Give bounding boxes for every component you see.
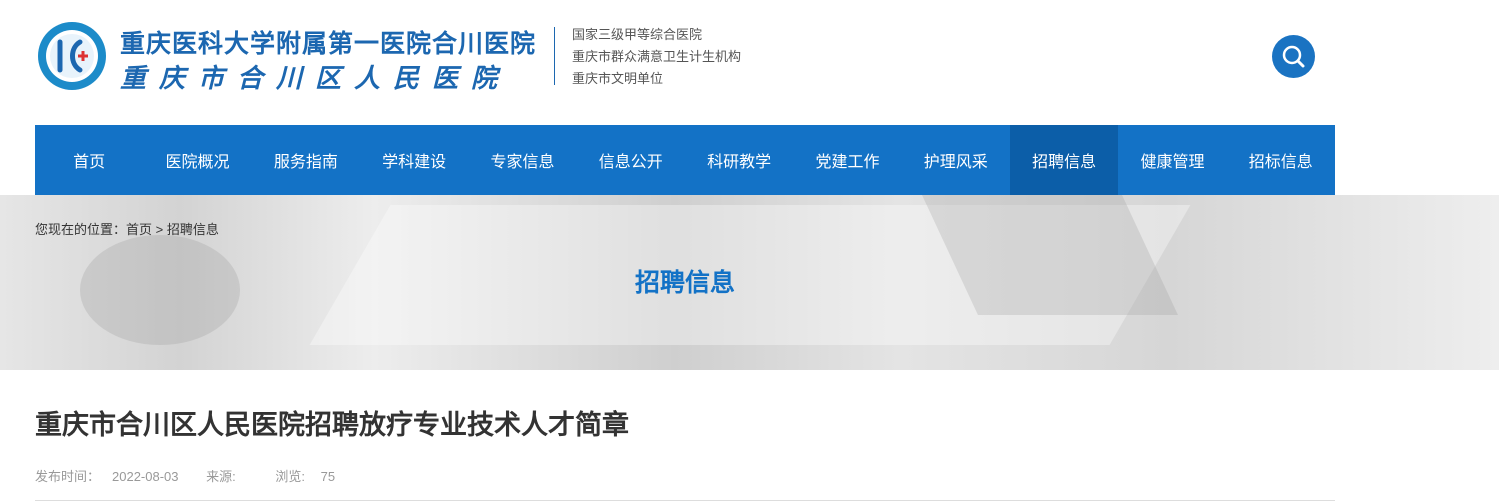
divider [35, 500, 1335, 501]
source-label: 来源: [206, 469, 236, 484]
header-divider [554, 27, 555, 85]
hospital-name-secondary: 重庆市合川区人民医院 [120, 64, 511, 94]
nav-item-health[interactable]: 健康管理 [1118, 125, 1226, 195]
search-button[interactable] [1272, 35, 1315, 78]
views-label: 浏览: [275, 469, 306, 484]
nav-item-research[interactable]: 科研教学 [685, 125, 793, 195]
page-banner: 您现在的位置：首页 > 招聘信息 招聘信息 [0, 195, 1499, 370]
nav-item-overview[interactable]: 医院概况 [143, 125, 251, 195]
hospital-name-primary: 重庆医科大学附属第一医院合川医院 [120, 29, 537, 58]
breadcrumb-prefix: 您现在的位置： [35, 222, 127, 237]
banner-title: 招聘信息 [634, 269, 735, 297]
hospital-honors: 国家三级甲等综合医院 重庆市群众满意卫生计生机构 重庆市文明单位 [572, 24, 741, 90]
main-nav: 首页 医院概况 服务指南 学科建设 专家信息 信息公开 科研教学 党建工作 护理… [35, 125, 1335, 195]
breadcrumb-current-link[interactable]: 招聘信息 [167, 222, 219, 237]
nav-item-service-guide[interactable]: 服务指南 [252, 125, 360, 195]
views-count: 75 [320, 469, 336, 484]
publish-label: 发布时间： [35, 469, 101, 484]
site-header: 重庆医科大学附属第一医院合川医院 重庆市合川区人民医院 国家三级甲等综合医院 重… [0, 0, 1499, 125]
nav-item-disciplines[interactable]: 学科建设 [360, 125, 468, 195]
search-icon [1282, 45, 1305, 68]
nav-item-home[interactable]: 首页 [35, 125, 143, 195]
publish-date: 2022-08-03 [112, 469, 179, 484]
article-meta: 发布时间： 2022-08-03 来源: 浏览: 75 [35, 466, 359, 485]
breadcrumb: 您现在的位置：首页 > 招聘信息 [35, 219, 219, 238]
nav-item-recruitment[interactable]: 招聘信息 [1009, 125, 1119, 195]
nav-item-experts[interactable]: 专家信息 [468, 125, 576, 195]
article-title: 重庆市合川区人民医院招聘放疗专业技术人才简章 [35, 410, 629, 440]
honor-tag: 重庆市文明单位 [572, 71, 664, 86]
honor-tag: 国家三级甲等综合医院 [572, 27, 703, 42]
nav-item-tenders[interactable]: 招标信息 [1227, 125, 1335, 195]
breadcrumb-home-link[interactable]: 首页 [126, 222, 152, 237]
breadcrumb-separator: > [155, 222, 164, 237]
nav-item-party[interactable]: 党建工作 [793, 125, 901, 195]
nav-item-nursing[interactable]: 护理风采 [902, 125, 1010, 195]
nav-item-disclosure[interactable]: 信息公开 [577, 125, 685, 195]
hospital-logo[interactable] [36, 20, 108, 92]
honor-tag: 重庆市群众满意卫生计生机构 [572, 49, 742, 64]
